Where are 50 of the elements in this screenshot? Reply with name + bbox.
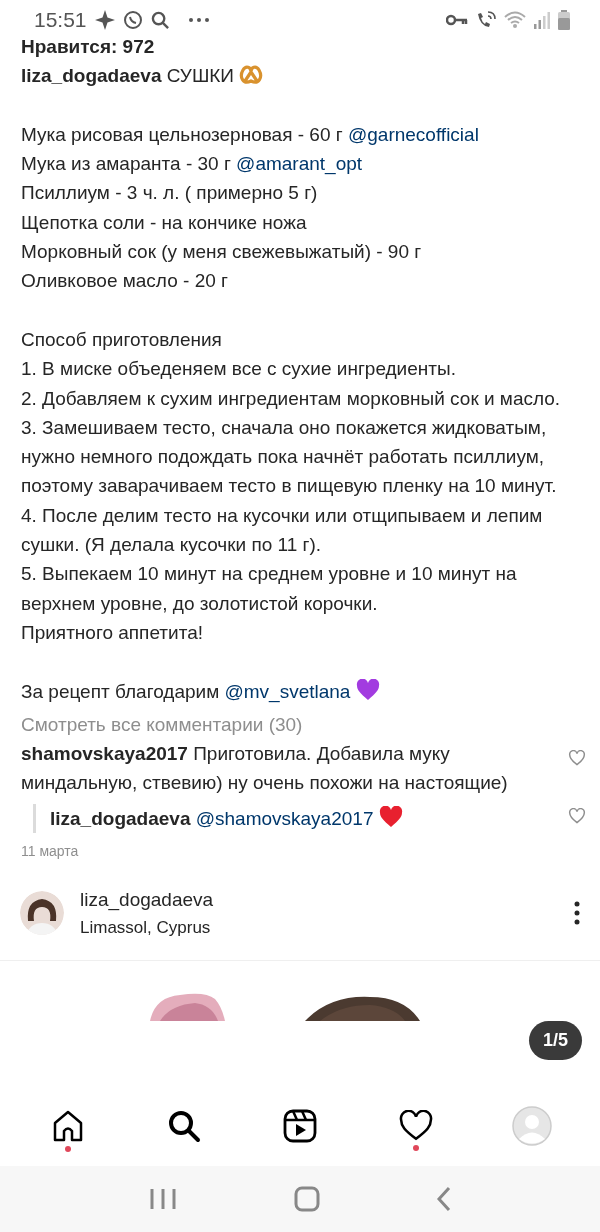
caption-line: Мука рисовая цельнозерновая - 60 г @garnecofficial [20,122,480,147]
caption-line: 2. Добавляем к сухим ингредиентам морковный сок и масло. [20,386,562,411]
caption-title: liza_dogadaeva СУШКИ [0,61,600,91]
mention-link[interactable]: @mv_svetlana [224,680,351,702]
caption-line: Способ приготовления [20,327,223,352]
caption-line: 5. Выпекаем 10 минут на среднем уровне и 10 минут на верхнем уровне, до золотистой корочки. [20,562,518,616]
home-icon[interactable] [51,1108,85,1143]
caption-line: За рецепт благодарим @mv_svetlana [0,676,600,706]
caption-line: Приятного аппетита! [20,620,204,645]
image-counter: 1/5 [528,1021,582,1060]
recent-apps-icon[interactable] [148,1187,178,1211]
username-link[interactable]: shamovskaya2017 [21,743,188,765]
caption-line: Мука из амаранта - 30 г @amarant_opt [20,152,364,177]
home-button-icon[interactable] [294,1186,320,1212]
search-icon [150,10,170,30]
back-icon[interactable] [436,1186,452,1212]
comment-text: shamovskaya2017 Приготовила. Добавила муку миндальную, ствевию) ну очень похожи на настоящие) [20,742,509,796]
mention-link[interactable]: @garnecofficial [347,123,479,145]
username-link[interactable]: liza_dogadaeva [80,886,558,915]
heart-icon [378,805,403,828]
key-icon [446,14,468,26]
caption-line: Морковный сок (у меня свежевыжатый) - 90 г [20,240,423,265]
more-icon[interactable] [574,901,580,925]
caption-line: Псиллиум - 3 ч. л. ( примерно 5 г) [20,181,319,206]
caption-line: 3. Замешиваем тесто, сначала оно покажется жидковатым, нужно немного подождать пока начнёт работать псиллиум, поэтому заварачиваем тесто в пищевую пленку на 10 минут. [20,415,558,499]
wifi-icon [504,11,526,29]
sparkle-icon [94,10,115,30]
username-link[interactable]: liza_dogadaeva [21,65,162,87]
more-icon [187,17,210,23]
search-icon[interactable] [167,1108,201,1143]
heart-icon [355,678,380,701]
post-date: 11 марта [20,842,80,861]
location-link[interactable]: Limassol, Cyprus [80,914,558,940]
signal-icon [534,11,550,29]
clock-text: 15:51 [34,7,87,34]
chat-icon [122,10,143,30]
caption-line: 4. После делим тесто на кусочки или отщипываем и лепим сушки. (Я делала кусочки по 11 г). [20,503,544,558]
battery-icon [558,10,570,30]
wifi-call-icon [476,11,496,29]
video-icon[interactable] [283,1108,317,1143]
mention-link[interactable]: @amarant_opt [236,153,363,175]
heart-icon[interactable] [399,1109,433,1142]
mention-link[interactable]: @shamovskaya2017 [195,807,374,829]
avatar-icon[interactable] [20,891,64,935]
username-link[interactable]: liza_dogadaeva [50,807,191,829]
caption-line: Оливковое масло - 20 г [20,269,229,294]
pretzel-icon [239,63,264,86]
likes-count: Нравится: 972 [20,36,156,59]
caption-line: Щепотка соли - на кончике ножа [20,210,308,235]
caption-line: 1. В миске объеденяем все с сухие ингредиенты. [20,357,457,382]
